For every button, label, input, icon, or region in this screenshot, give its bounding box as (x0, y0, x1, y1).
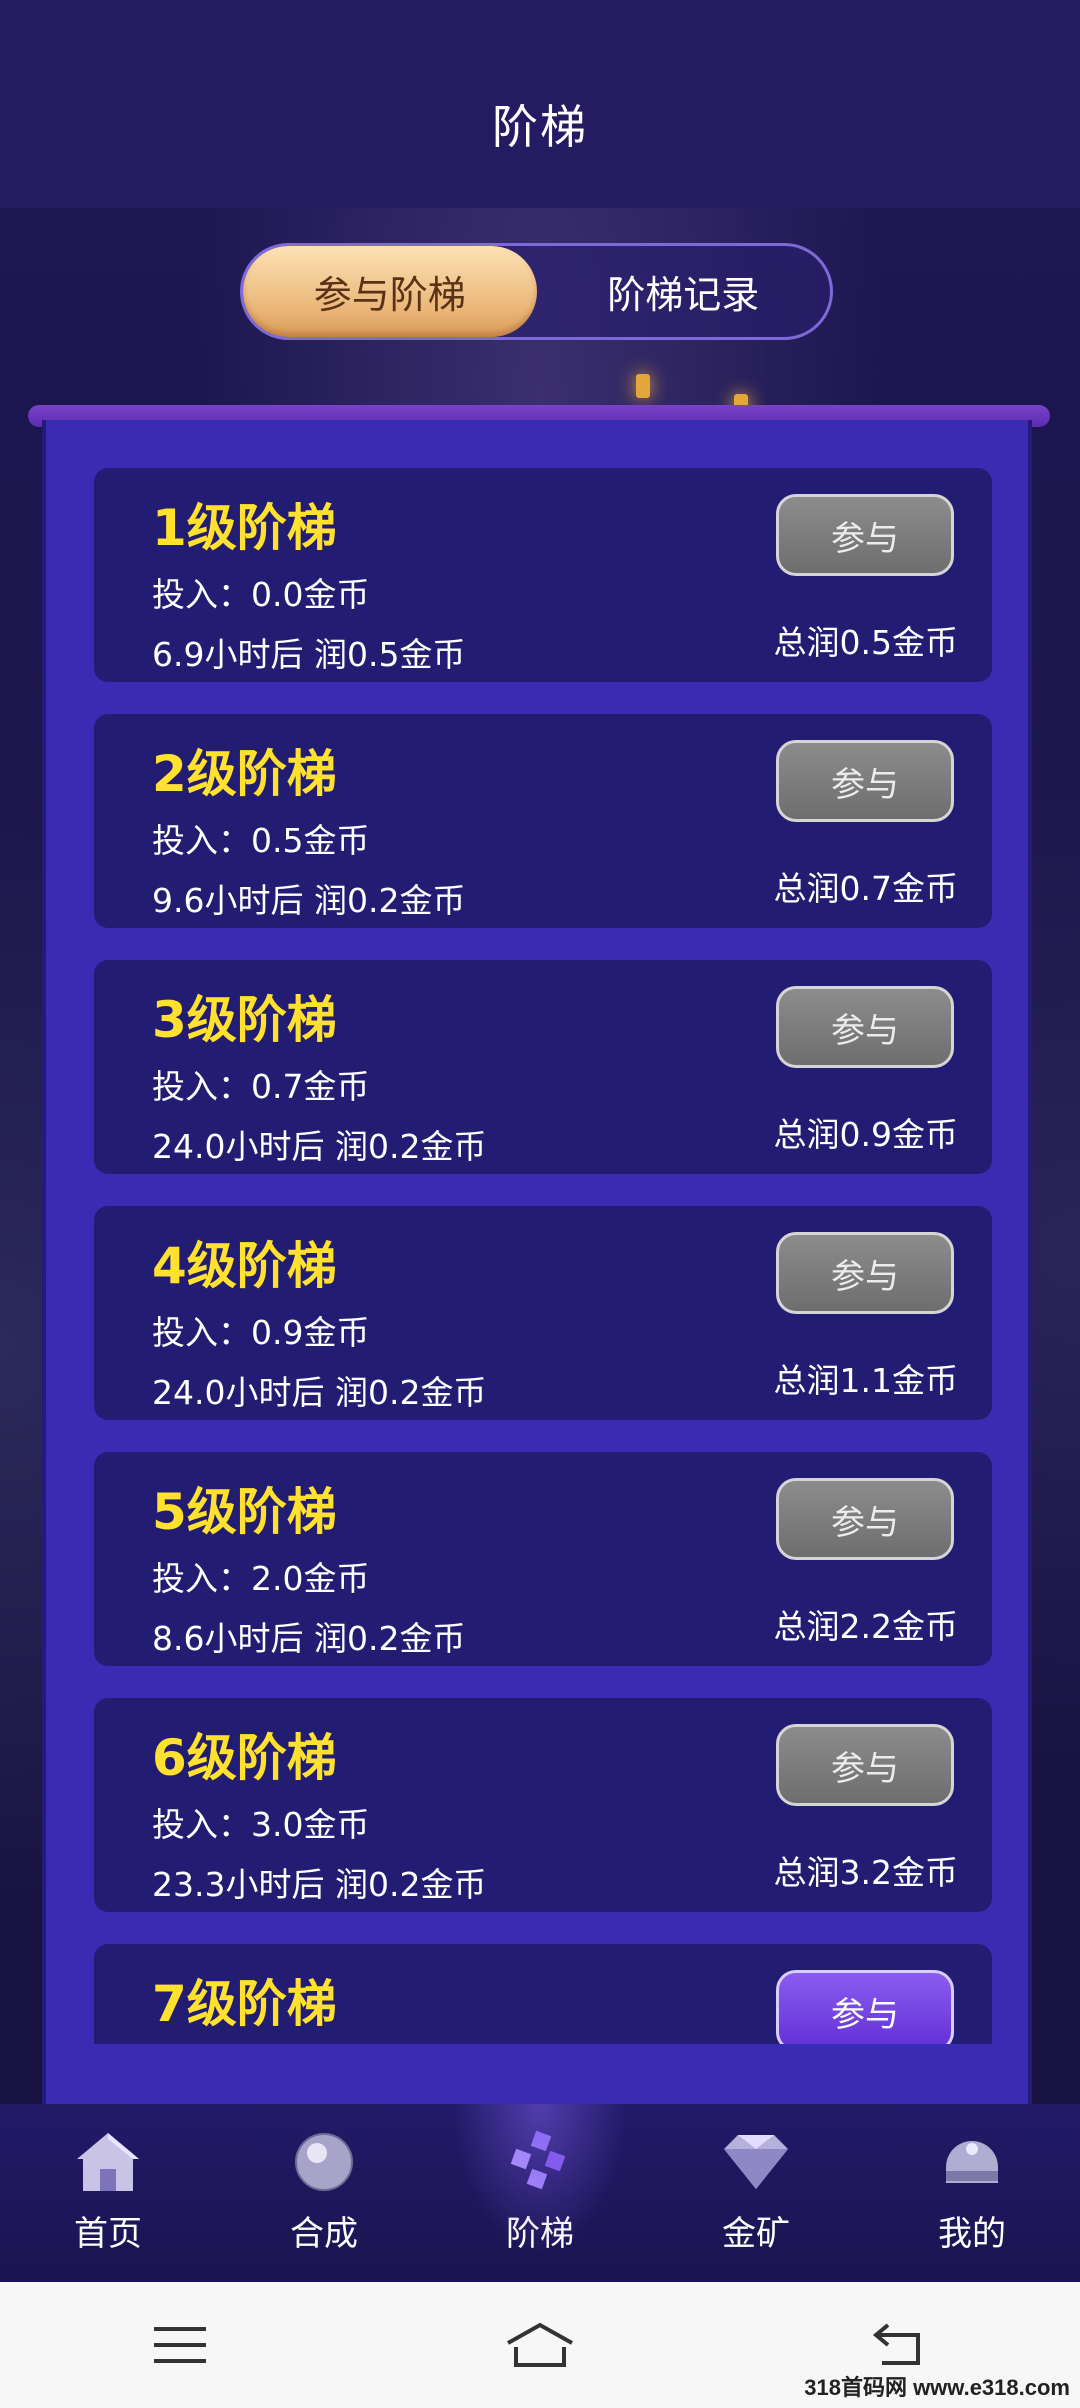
join-button[interactable]: 参与 (776, 1232, 954, 1314)
helmet-icon (936, 2126, 1008, 2198)
ladder-card: 5级阶梯 投入：2.0金币 8.6小时后 润0.2金币 参与 总润2.2金币 (94, 1452, 992, 1666)
ladder-invest: 投入：0.9金币 (152, 1313, 370, 1352)
ladder-card: 4级阶梯 投入：0.9金币 24.0小时后 润0.2金币 参与 总润1.1金币 (94, 1206, 992, 1420)
ladder-name: 2级阶梯 (152, 745, 337, 803)
ladder-invest: 投入：0.0金币 (152, 575, 370, 614)
nav-label: 阶梯 (506, 2214, 574, 2254)
ladder-total-reward: 总润3.2金币 (773, 1853, 958, 1892)
ladder-total-reward: 总润0.9金币 (773, 1115, 958, 1154)
bottom-tab-bar: 首页 合成 阶梯 金矿 我的 (0, 2104, 1080, 2282)
orb-icon (288, 2126, 360, 2198)
join-button[interactable]: 参与 (776, 494, 954, 576)
ladder-card: 6级阶梯 投入：3.0金币 23.3小时后 润0.2金币 参与 总润3.2金币 (94, 1698, 992, 1912)
ladder-name: 3级阶梯 (152, 991, 337, 1049)
cubes-icon (504, 2126, 576, 2198)
ladder-card: 7级阶梯 参与 (94, 1944, 992, 2044)
ladder-reward-schedule: 9.6小时后 润0.2金币 (152, 881, 466, 920)
menu-icon[interactable] (120, 2305, 240, 2385)
nav-label: 我的 (938, 2214, 1006, 2254)
home-icon (72, 2126, 144, 2198)
ladder-card: 2级阶梯 投入：0.5金币 9.6小时后 润0.2金币 参与 总润0.7金币 (94, 714, 992, 928)
tab-join-ladder[interactable]: 参与阶梯 (243, 246, 537, 337)
ladder-total-reward: 总润0.5金币 (773, 623, 958, 662)
ladder-reward-schedule: 8.6小时后 润0.2金币 (152, 1619, 466, 1658)
ladder-name: 7级阶梯 (152, 1975, 337, 2033)
tab-ladder-records[interactable]: 阶梯记录 (537, 246, 831, 337)
ladder-card: 1级阶梯 投入：0.0金币 6.9小时后 润0.5金币 参与 总润0.5金币 (94, 468, 992, 682)
ladder-card: 3级阶梯 投入：0.7金币 24.0小时后 润0.2金币 参与 总润0.9金币 (94, 960, 992, 1174)
diamond-icon (720, 2126, 792, 2198)
ladder-reward-schedule: 23.3小时后 润0.2金币 (152, 1865, 487, 1904)
app-header: 阶梯 (0, 0, 1080, 208)
nav-label: 合成 (290, 2214, 358, 2254)
nav-label: 首页 (74, 2214, 142, 2254)
ladder-list[interactable]: 1级阶梯 投入：0.0金币 6.9小时后 润0.5金币 参与 总润0.5金币 2… (94, 468, 992, 2044)
join-button[interactable]: 参与 (776, 1970, 954, 2044)
ladder-total-reward: 总润2.2金币 (773, 1607, 958, 1646)
system-navigation-bar: 318首码网 www.e318.com (0, 2282, 1080, 2408)
join-button[interactable]: 参与 (776, 740, 954, 822)
nav-label: 金矿 (722, 2214, 790, 2254)
nav-ladder[interactable]: 阶梯 (432, 2104, 648, 2282)
ladder-reward-schedule: 6.9小时后 润0.5金币 (152, 635, 466, 674)
ladder-total-reward: 总润1.1金币 (773, 1361, 958, 1400)
watermark: 318首码网 www.e318.com (804, 2375, 1070, 2400)
ladder-name: 1级阶梯 (152, 499, 337, 557)
ladder-panel: 1级阶梯 投入：0.0金币 6.9小时后 润0.5金币 参与 总润0.5金币 2… (42, 420, 1032, 2104)
ladder-invest: 投入：0.5金币 (152, 821, 370, 860)
ladder-name: 5级阶梯 (152, 1483, 337, 1541)
ladder-name: 4级阶梯 (152, 1237, 337, 1295)
ladder-total-reward: 总润0.7金币 (773, 869, 958, 908)
tab-switcher: 参与阶梯 阶梯记录 (240, 243, 833, 340)
join-button[interactable]: 参与 (776, 1478, 954, 1560)
nav-mine[interactable]: 我的 (864, 2104, 1080, 2282)
ladder-reward-schedule: 24.0小时后 润0.2金币 (152, 1127, 487, 1166)
lantern-decoration (636, 374, 650, 398)
join-button[interactable]: 参与 (776, 986, 954, 1068)
ladder-name: 6级阶梯 (152, 1729, 337, 1787)
home-nav-icon[interactable] (480, 2305, 600, 2385)
ladder-invest: 投入：0.7金币 (152, 1067, 370, 1106)
nav-compose[interactable]: 合成 (216, 2104, 432, 2282)
join-button[interactable]: 参与 (776, 1724, 954, 1806)
ladder-reward-schedule: 24.0小时后 润0.2金币 (152, 1373, 487, 1412)
ladder-invest: 投入：3.0金币 (152, 1805, 370, 1844)
page-title: 阶梯 (492, 100, 588, 154)
nav-gold-mine[interactable]: 金矿 (648, 2104, 864, 2282)
ladder-invest: 投入：2.0金币 (152, 1559, 370, 1598)
nav-home[interactable]: 首页 (0, 2104, 216, 2282)
